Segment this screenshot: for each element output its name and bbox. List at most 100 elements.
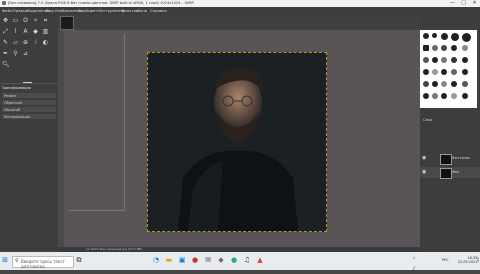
crop-tool-icon[interactable]: ⌗ <box>42 17 49 24</box>
menu-view[interactable]: Вид <box>46 8 54 13</box>
search-icon: ⚲ <box>15 258 19 264</box>
taskbar-search-box[interactable]: ⚲ Введите здесь текст для поиска <box>12 256 74 269</box>
brush-swatch[interactable] <box>462 33 471 42</box>
gimp-taskbar-icon[interactable]: ◆ <box>217 256 225 265</box>
layers-panel: Слои <box>420 115 480 250</box>
app-icon[interactable]: ✉ <box>204 256 212 265</box>
notification-icon[interactable]: ▯ <box>474 256 480 265</box>
brush-swatch[interactable] <box>451 33 459 41</box>
menu-bar: Файл Правка Выделение Вид Изображение Сл… <box>0 7 480 15</box>
tool-option-row[interactable]: Режим <box>2 93 56 98</box>
tool-option-row[interactable]: Интерполяция <box>2 114 56 119</box>
rect-select-tool-icon[interactable]: ▭ <box>12 17 19 24</box>
system-tray-icons[interactable]: ⌃ ♪ <box>410 256 418 272</box>
brush-swatch[interactable] <box>423 57 429 63</box>
task-view-icon[interactable]: ⧉ <box>75 256 83 265</box>
file-explorer-icon[interactable]: ▬ <box>165 256 173 265</box>
tool-option-label: Обратный <box>4 100 23 105</box>
layer-thumbnail <box>440 154 452 165</box>
brush-swatch[interactable] <box>432 69 438 75</box>
dodge-tool-icon[interactable]: ◐ <box>42 39 49 46</box>
minimize-button[interactable]: — <box>447 0 458 7</box>
brush-swatch[interactable] <box>423 93 429 99</box>
color-picker-tool-icon[interactable]: ⚲ <box>12 50 19 57</box>
brush-swatch[interactable] <box>462 45 468 51</box>
brush-swatch[interactable] <box>432 93 438 99</box>
eye-icon[interactable]: ◉ <box>422 155 426 161</box>
image-canvas[interactable] <box>147 52 327 232</box>
brushes-panel[interactable] <box>420 30 477 108</box>
brush-swatch[interactable] <box>441 45 447 51</box>
brush-swatch[interactable] <box>462 57 468 63</box>
layer-row[interactable]: ◉ Фон <box>420 167 480 179</box>
layer-thumbnail <box>440 168 452 179</box>
brush-swatch[interactable] <box>441 57 447 63</box>
menu-colors[interactable]: Цвет <box>88 8 98 13</box>
gimp-app-icon <box>2 1 6 5</box>
eraser-tool-icon[interactable]: ▱ <box>12 39 19 46</box>
maximize-button[interactable]: □ <box>458 0 469 7</box>
menu-help[interactable]: Справка <box>150 8 167 13</box>
menu-file[interactable]: Файл <box>2 8 13 13</box>
tool-option-row[interactable]: Масштаб <box>2 107 56 112</box>
brush-swatch[interactable] <box>441 69 447 75</box>
store-icon[interactable]: ▣ <box>178 256 186 265</box>
close-button[interactable]: ✕ <box>469 0 480 7</box>
brush-swatch[interactable] <box>441 93 447 99</box>
layers-panel-title: Слои <box>423 118 432 122</box>
brush-swatch[interactable] <box>432 33 437 38</box>
tool-options-panel: Трансформация Режим Обратный Масштаб Инт… <box>0 83 58 251</box>
window-titlebar: [Без названия]-7.0 (Цвета RGB 8-бит гамм… <box>0 0 480 7</box>
app-icon[interactable]: ▲ <box>256 256 264 265</box>
app-icon[interactable]: ● <box>230 256 238 265</box>
language-indicator[interactable]: РУС <box>442 258 448 262</box>
text-tool-icon[interactable]: A <box>22 28 29 35</box>
layer-name: Фон копия <box>452 156 470 160</box>
measure-tool-icon[interactable]: ⊿ <box>22 50 29 57</box>
eye-icon[interactable]: ◉ <box>422 169 426 175</box>
brush-swatch[interactable] <box>451 57 457 63</box>
brush-swatch[interactable] <box>462 93 468 99</box>
edge-browser-icon[interactable]: ◔ <box>152 256 160 265</box>
paintbrush-tool-icon[interactable]: ✎ <box>2 39 9 46</box>
gradient-tool-icon[interactable]: ▥ <box>42 28 49 35</box>
layer-name: Фон <box>452 170 459 174</box>
brush-swatch[interactable] <box>451 81 457 87</box>
brush-swatch[interactable] <box>441 81 447 87</box>
menu-layer[interactable]: Слой <box>78 8 88 13</box>
brush-swatch[interactable] <box>432 81 438 87</box>
app-icon[interactable]: ♫ <box>243 256 251 265</box>
zoom-tool-icon[interactable]: 🔍︎ <box>2 61 10 68</box>
menu-edit[interactable]: Правка <box>13 8 27 13</box>
brush-swatch[interactable] <box>423 81 429 87</box>
brush-swatch[interactable] <box>423 69 429 75</box>
warp-tool-icon[interactable]: ⌇ <box>12 28 19 35</box>
app-icon[interactable]: ● <box>191 256 199 265</box>
brush-swatch[interactable] <box>432 57 438 63</box>
brush-swatch[interactable] <box>451 45 457 51</box>
brush-swatch[interactable] <box>432 45 438 51</box>
fill-tool-icon[interactable]: ◆ <box>32 28 39 35</box>
brush-swatch[interactable] <box>451 69 457 75</box>
tool-option-row[interactable]: Обратный <box>2 100 56 105</box>
lasso-tool-icon[interactable]: ʘ <box>22 17 29 24</box>
image-tab-thumbnail[interactable] <box>60 16 74 30</box>
menu-windows[interactable]: Окна <box>137 8 147 13</box>
layer-row[interactable]: ◉ Фон копия <box>420 153 480 165</box>
windows-start-icon[interactable]: ⊞ <box>1 256 9 265</box>
brush-swatch[interactable] <box>423 33 429 39</box>
canvas-guide <box>68 34 125 211</box>
paths-tool-icon[interactable]: ✒ <box>2 50 9 57</box>
transform-tool-icon[interactable]: ⤢ <box>2 28 9 35</box>
brush-swatch[interactable] <box>423 45 429 51</box>
clone-tool-icon[interactable]: ⊕ <box>22 39 29 46</box>
brush-swatch[interactable] <box>462 69 468 75</box>
move-tool-icon[interactable]: ✥ <box>2 17 9 24</box>
window-title: [Без названия]-7.0 (Цвета RGB 8-бит гамм… <box>8 1 194 5</box>
smudge-tool-icon[interactable]: ☝ <box>32 39 39 46</box>
brush-swatch[interactable] <box>441 33 448 40</box>
fuzzy-select-tool-icon[interactable]: ✧ <box>32 17 39 24</box>
brush-swatch[interactable] <box>462 81 468 87</box>
tool-option-label: Масштаб <box>4 107 21 112</box>
brush-swatch[interactable] <box>451 93 457 99</box>
